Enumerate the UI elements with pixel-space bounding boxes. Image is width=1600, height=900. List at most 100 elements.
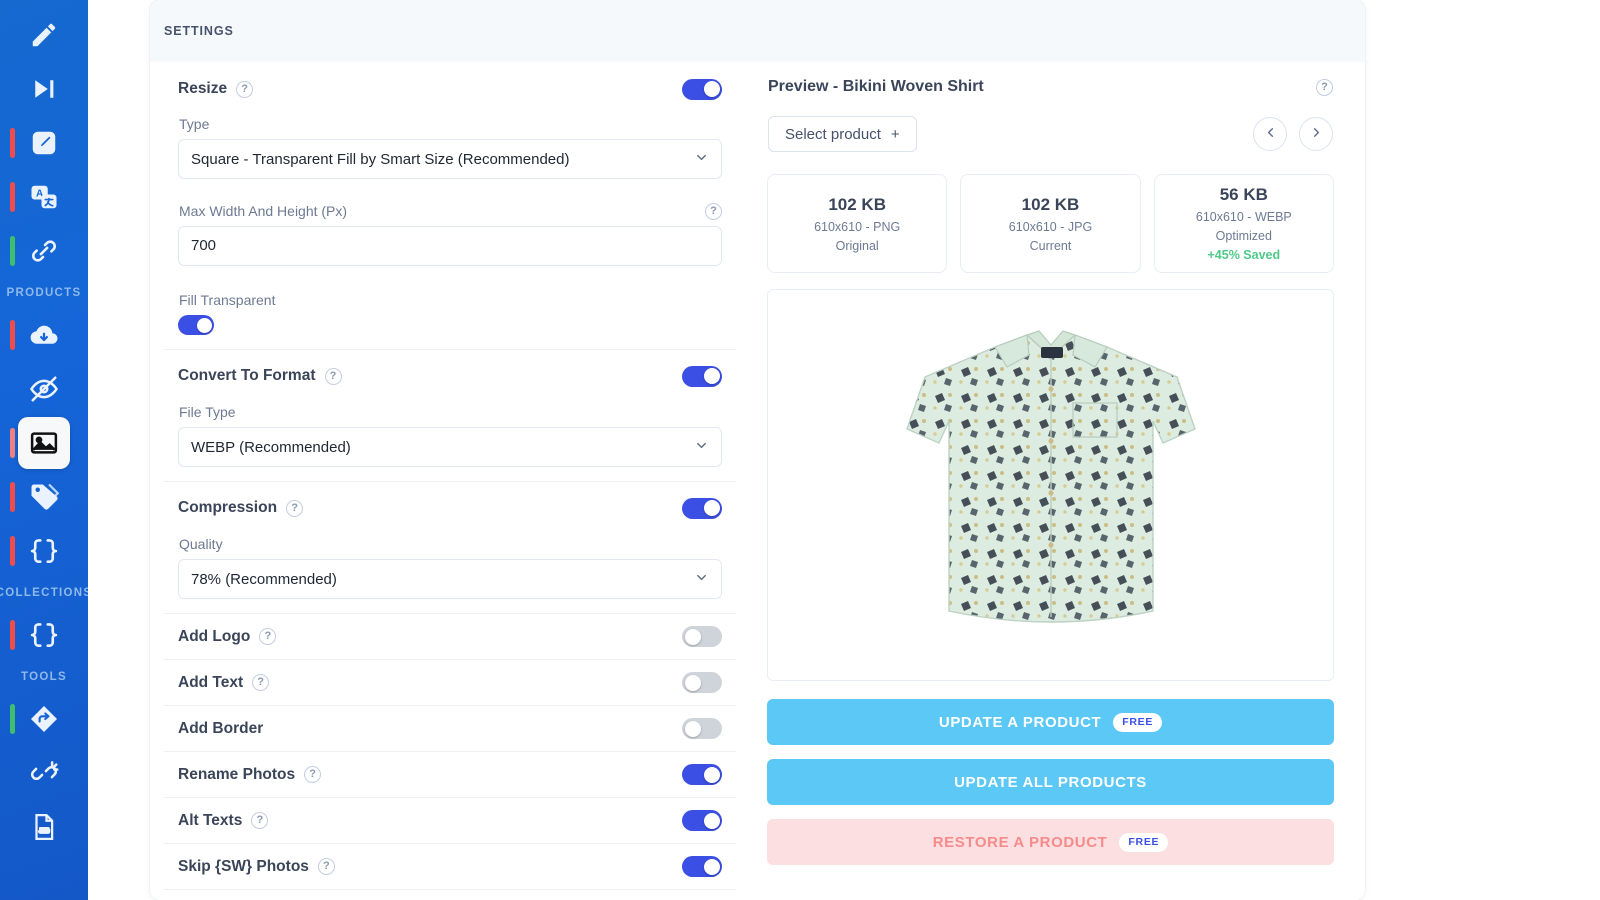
shirt-illustration (905, 330, 1196, 623)
help-icon[interactable]: ? (304, 766, 322, 783)
resize-type-select[interactable]: Square - Transparent Fill by Smart Size … (178, 139, 722, 179)
file-type-block: File Type WEBP (Recommended) (164, 396, 736, 482)
file-size-stats: 102 KB 610x610 - PNG Original 102 KB 610x610… (764, 152, 1337, 273)
sidebar-item-broken-link[interactable] (0, 746, 88, 800)
sidebar-item-eye-off[interactable] (0, 362, 88, 416)
help-icon[interactable]: ? (251, 812, 269, 829)
help-icon-max-width-height[interactable]: ? (705, 203, 722, 220)
resize-type-label: Type (179, 116, 210, 132)
help-icon-compression[interactable]: ? (286, 499, 304, 517)
sidebar-item-indicator (10, 182, 15, 212)
help-icon[interactable]: ? (252, 674, 270, 691)
sidebar-item-jpg-file[interactable]: JPG (0, 800, 88, 854)
setting-row-resize: Resize ? (164, 62, 736, 108)
sidebar-item-braces[interactable] (0, 524, 88, 578)
pencil-icon (27, 18, 61, 52)
toggle-knob (196, 317, 212, 333)
sidebar-item-link[interactable] (0, 224, 88, 278)
sidebar-item-skip-next[interactable] (0, 62, 88, 116)
select-product-label: Select product (785, 125, 881, 143)
toggle-knob (703, 858, 720, 875)
prev-product-button[interactable] (1253, 117, 1287, 151)
setting-row-rename-photos: Rename Photos? (164, 752, 736, 798)
file-type-label: File Type (179, 404, 236, 420)
toggle-knob (703, 81, 720, 97)
stat-card-original: 102 KB 610x610 - PNG Original (767, 174, 948, 273)
braces-icon (27, 618, 61, 652)
sidebar-item-translate[interactable]: A (0, 170, 88, 224)
sidebar-item-tag[interactable] (0, 470, 88, 524)
sidebar-item-indicator (10, 236, 15, 266)
button-label: Update All Products (954, 773, 1147, 791)
compression-label: Compression (178, 499, 278, 516)
quality-select[interactable]: 78% (Recommended) (178, 559, 722, 599)
preview-nav-arrows (1253, 117, 1333, 151)
select-product-button[interactable]: Select product + (768, 116, 917, 152)
setting-label-resize: Resize ? (178, 80, 254, 98)
stat-dimensions: 610x610 - PNG (814, 219, 901, 234)
setting-label: Add Logo? (178, 628, 277, 646)
update-a-product-button[interactable]: Update A Product FREE (767, 699, 1334, 745)
toggle-fill-transparent[interactable] (178, 315, 214, 335)
help-icon[interactable]: ? (259, 628, 277, 645)
sidebar-item-cloud-download[interactable] (0, 308, 88, 362)
next-product-button[interactable] (1299, 117, 1333, 151)
toggle-switch[interactable] (682, 856, 722, 877)
update-all-products-button[interactable]: Update All Products (767, 759, 1334, 805)
toggle-switch[interactable] (682, 672, 722, 693)
stat-size: 102 KB (1021, 194, 1080, 214)
help-icon[interactable]: ? (317, 858, 335, 875)
stat-card-optimized: 56 KB 610x610 - WEBP Optimized +45% Saved (1153, 174, 1334, 273)
quality-value: 78% (Recommended) (191, 570, 337, 588)
free-badge: FREE (1113, 712, 1163, 732)
file-type-select[interactable]: WEBP (Recommended) (178, 427, 722, 467)
stat-size: 102 KB (828, 194, 886, 214)
stat-state: Optimized (1215, 229, 1272, 243)
sidebar-item-braces[interactable] (0, 608, 88, 662)
setting-label: Add Border (178, 720, 263, 738)
toggle-switch[interactable] (682, 718, 722, 739)
sidebar-item-edit-square[interactable] (0, 116, 88, 170)
panel-body: Resize ? Type Square - Transparent Fill … (150, 62, 1365, 890)
max-width-height-input[interactable]: 700 (178, 226, 722, 266)
setting-label-compression: Compression ? (178, 499, 304, 517)
toggle-switch[interactable] (682, 810, 722, 831)
max-width-height-label-row: Max Width And Height (Px) ? (178, 197, 722, 226)
help-icon-resize[interactable]: ? (236, 80, 254, 98)
quality-label: Quality (179, 536, 223, 552)
sidebar-item-image[interactable] (0, 416, 88, 470)
svg-text:JPG: JPG (39, 829, 50, 835)
chevron-down-icon (694, 150, 709, 168)
toggle-convert-to-format[interactable] (682, 365, 722, 387)
max-width-height-label: Max Width And Height (Px) (179, 203, 348, 219)
sidebar-item-indicator (10, 128, 15, 158)
redirect-icon (27, 702, 61, 736)
setting-row-alt-texts: Alt Texts? (164, 798, 736, 844)
setting-row-add-logo: Add Logo? (164, 614, 736, 660)
toggle-switch[interactable] (682, 764, 722, 785)
toggle-knob (703, 766, 720, 783)
toggle-compression[interactable] (682, 497, 722, 519)
sidebar-item-pencil[interactable] (0, 8, 88, 62)
chevron-down-icon (694, 570, 709, 588)
app-root: A PRODUCTS COLLECTIONS TOOLS JPG SETTINGS Re… (0, 0, 1600, 900)
link-icon (27, 234, 61, 268)
help-icon-convert[interactable]: ? (324, 367, 342, 385)
toggle-resize[interactable] (682, 78, 722, 100)
stat-dimensions: 610x610 - JPG (1008, 219, 1093, 234)
setting-label: Add Text? (178, 674, 270, 692)
help-icon-preview[interactable]: ? (1316, 78, 1333, 96)
sidebar-item-indicator (10, 482, 15, 512)
settings-panel-card: SETTINGS Resize ? Type Square - Transpar… (150, 0, 1365, 900)
restore-a-product-button[interactable]: Restore A Product FREE (767, 819, 1334, 865)
toggle-switch[interactable] (682, 626, 722, 647)
main-sidebar: A PRODUCTS COLLECTIONS TOOLS JPG (0, 0, 88, 900)
stat-card-current: 102 KB 610x610 - JPG Current (960, 174, 1141, 273)
preview-header: Preview - Bikini Woven Shirt ? (764, 62, 1337, 96)
sidebar-item-indicator (10, 428, 15, 458)
sidebar-item-redirect[interactable] (0, 692, 88, 746)
sidebar-item-indicator (10, 620, 15, 650)
fill-transparent-block: Fill Transparent (164, 276, 736, 350)
setting-row-compression: Compression ? (164, 482, 736, 528)
tag-icon (27, 480, 61, 514)
